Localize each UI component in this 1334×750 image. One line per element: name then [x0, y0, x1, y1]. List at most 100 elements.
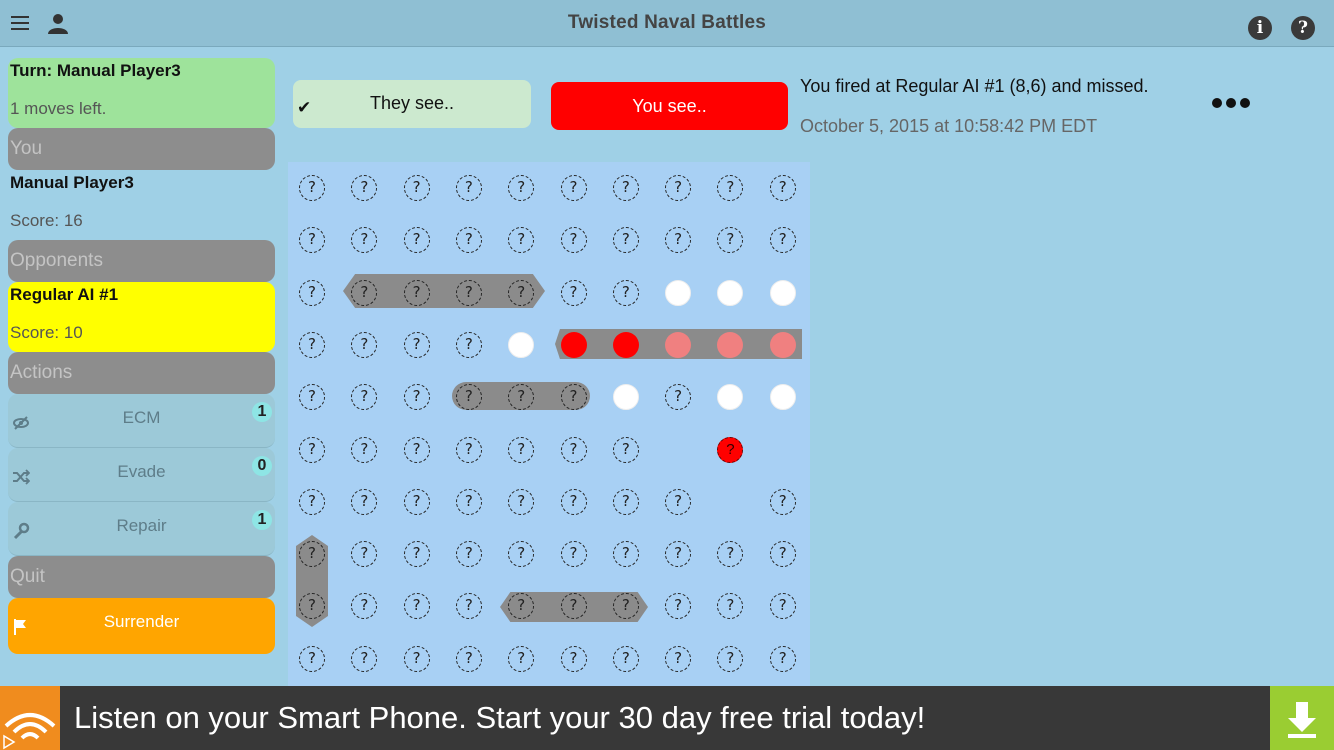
board-cell-unknown[interactable]: ? — [351, 279, 378, 306]
board-cell-unknown[interactable]: ? — [612, 593, 639, 620]
board-cell-unknown[interactable]: ? — [665, 227, 692, 254]
board-cell-unknown[interactable]: ? — [560, 488, 587, 515]
board-cell-miss[interactable] — [717, 384, 744, 411]
board-cell-hit[interactable] — [560, 331, 587, 358]
board-cell-unknown[interactable]: ? — [299, 175, 325, 201]
board-cell-unknown[interactable]: ? — [299, 279, 325, 306]
board-cell-unknown[interactable]: ? — [455, 175, 482, 201]
board-cell-hit-unconfirmed[interactable]: ? — [717, 436, 744, 463]
board-cell-miss[interactable] — [508, 331, 535, 358]
board-cell-unknown[interactable]: ? — [299, 331, 325, 358]
board-cell-unknown[interactable]: ? — [508, 488, 535, 515]
ecm-button[interactable]: ECM 1 — [8, 394, 275, 448]
board-cell-unknown[interactable]: ? — [612, 645, 639, 672]
board-cell-unknown[interactable]: ? — [403, 227, 430, 254]
board-cell-sunk[interactable] — [665, 331, 692, 358]
you-see-button[interactable]: You see.. — [551, 82, 788, 130]
board-cell-miss[interactable] — [769, 384, 796, 411]
board-cell-unknown[interactable]: ? — [403, 541, 430, 568]
board-cell-unknown[interactable]: ? — [455, 593, 482, 620]
board-cell-unknown[interactable]: ? — [665, 645, 692, 672]
board-cell-unknown[interactable]: ? — [665, 541, 692, 568]
board-cell-unknown[interactable]: ? — [665, 593, 692, 620]
board-cell-unknown[interactable]: ? — [455, 331, 482, 358]
board-cell-unknown[interactable]: ? — [455, 227, 482, 254]
board-cell-unknown[interactable]: ? — [299, 541, 325, 568]
board-cell-unknown[interactable]: ? — [717, 227, 744, 254]
board-cell-unknown[interactable]: ? — [455, 488, 482, 515]
board-cell-unknown[interactable]: ? — [351, 593, 378, 620]
board-cell-miss[interactable] — [717, 279, 744, 306]
board-cell-unknown[interactable]: ? — [403, 645, 430, 672]
board-cell-unknown[interactable]: ? — [717, 593, 744, 620]
board-cell-unknown[interactable]: ? — [508, 279, 535, 306]
board-cell-unknown[interactable]: ? — [403, 593, 430, 620]
board-cell-miss[interactable] — [665, 279, 692, 306]
board-cell-unknown[interactable]: ? — [508, 541, 535, 568]
evade-button[interactable]: Evade 0 — [8, 448, 275, 502]
board-cell-unknown[interactable]: ? — [560, 384, 587, 411]
board-cell-unknown[interactable]: ? — [351, 175, 378, 201]
board-cell-unknown[interactable]: ? — [612, 227, 639, 254]
board-cell-unknown[interactable]: ? — [351, 227, 378, 254]
board-cell-unknown[interactable]: ? — [665, 488, 692, 515]
board-cell-unknown[interactable]: ? — [455, 384, 482, 411]
board-cell-miss[interactable] — [769, 279, 796, 306]
board-cell-unknown[interactable]: ? — [508, 175, 535, 201]
board-cell-unknown[interactable]: ? — [403, 175, 430, 201]
board-cell-unknown[interactable]: ? — [403, 436, 430, 463]
board-cell-unknown[interactable]: ? — [612, 279, 639, 306]
more-options-icon[interactable] — [1212, 98, 1250, 108]
board-cell-unknown[interactable]: ? — [769, 488, 796, 515]
board-cell-unknown[interactable]: ? — [508, 436, 535, 463]
board-cell-unknown[interactable]: ? — [560, 279, 587, 306]
board-cell-unknown[interactable]: ? — [351, 645, 378, 672]
board-cell-unknown[interactable]: ? — [351, 488, 378, 515]
board-cell-unknown[interactable]: ? — [351, 331, 378, 358]
board-cell-unknown[interactable]: ? — [560, 227, 587, 254]
board-cell-unknown[interactable]: ? — [455, 645, 482, 672]
help-icon[interactable]: ? — [1291, 16, 1315, 40]
board-cell-unknown[interactable]: ? — [508, 227, 535, 254]
board-cell-unknown[interactable]: ? — [299, 645, 325, 672]
board-cell-unknown[interactable]: ? — [299, 227, 325, 254]
board-cell-hit[interactable] — [612, 331, 639, 358]
board-cell-unknown[interactable]: ? — [403, 331, 430, 358]
opponent-panel[interactable]: Regular AI #1 Score: 10 — [8, 282, 275, 352]
download-icon[interactable] — [1270, 686, 1334, 750]
board-cell-unknown[interactable]: ? — [299, 436, 325, 463]
board-cell-unknown[interactable]: ? — [769, 645, 796, 672]
board-cell-unknown[interactable]: ? — [299, 488, 325, 515]
board-cell-unknown[interactable]: ? — [769, 541, 796, 568]
board-cell-sunk[interactable] — [769, 331, 796, 358]
board-cell-unknown[interactable]: ? — [769, 593, 796, 620]
board-cell-unknown[interactable]: ? — [665, 384, 692, 411]
board-cell-unknown[interactable]: ? — [560, 645, 587, 672]
board-cell-unknown[interactable]: ? — [612, 175, 639, 201]
board-cell-unknown[interactable]: ? — [455, 279, 482, 306]
board-cell-unknown[interactable]: ? — [351, 541, 378, 568]
board-cell-unknown[interactable]: ? — [560, 175, 587, 201]
game-board[interactable]: ????????????????????????????????????????… — [288, 162, 810, 686]
board-cell-unknown[interactable]: ? — [455, 436, 482, 463]
board-cell-unknown[interactable]: ? — [351, 436, 378, 463]
ad-banner[interactable]: Listen on your Smart Phone. Start your 3… — [0, 686, 1334, 750]
board-cell-unknown[interactable]: ? — [403, 279, 430, 306]
repair-button[interactable]: Repair 1 — [8, 502, 275, 556]
board-cell-unknown[interactable]: ? — [455, 541, 482, 568]
board-cell-unknown[interactable]: ? — [403, 384, 430, 411]
board-cell-miss[interactable] — [612, 384, 639, 411]
board-cell-unknown[interactable]: ? — [351, 384, 378, 411]
surrender-button[interactable]: Surrender — [8, 598, 275, 654]
board-cell-unknown[interactable]: ? — [403, 488, 430, 515]
board-cell-unknown[interactable]: ? — [717, 175, 744, 201]
board-cell-unknown[interactable]: ? — [717, 645, 744, 672]
board-cell-unknown[interactable]: ? — [717, 541, 744, 568]
board-cell-unknown[interactable]: ? — [299, 384, 325, 411]
board-cell-unknown[interactable]: ? — [612, 541, 639, 568]
board-cell-unknown[interactable]: ? — [665, 175, 692, 201]
board-cell-unknown[interactable]: ? — [769, 227, 796, 254]
board-cell-unknown[interactable]: ? — [769, 175, 796, 201]
board-cell-unknown[interactable]: ? — [612, 488, 639, 515]
info-icon[interactable]: i — [1248, 16, 1272, 40]
